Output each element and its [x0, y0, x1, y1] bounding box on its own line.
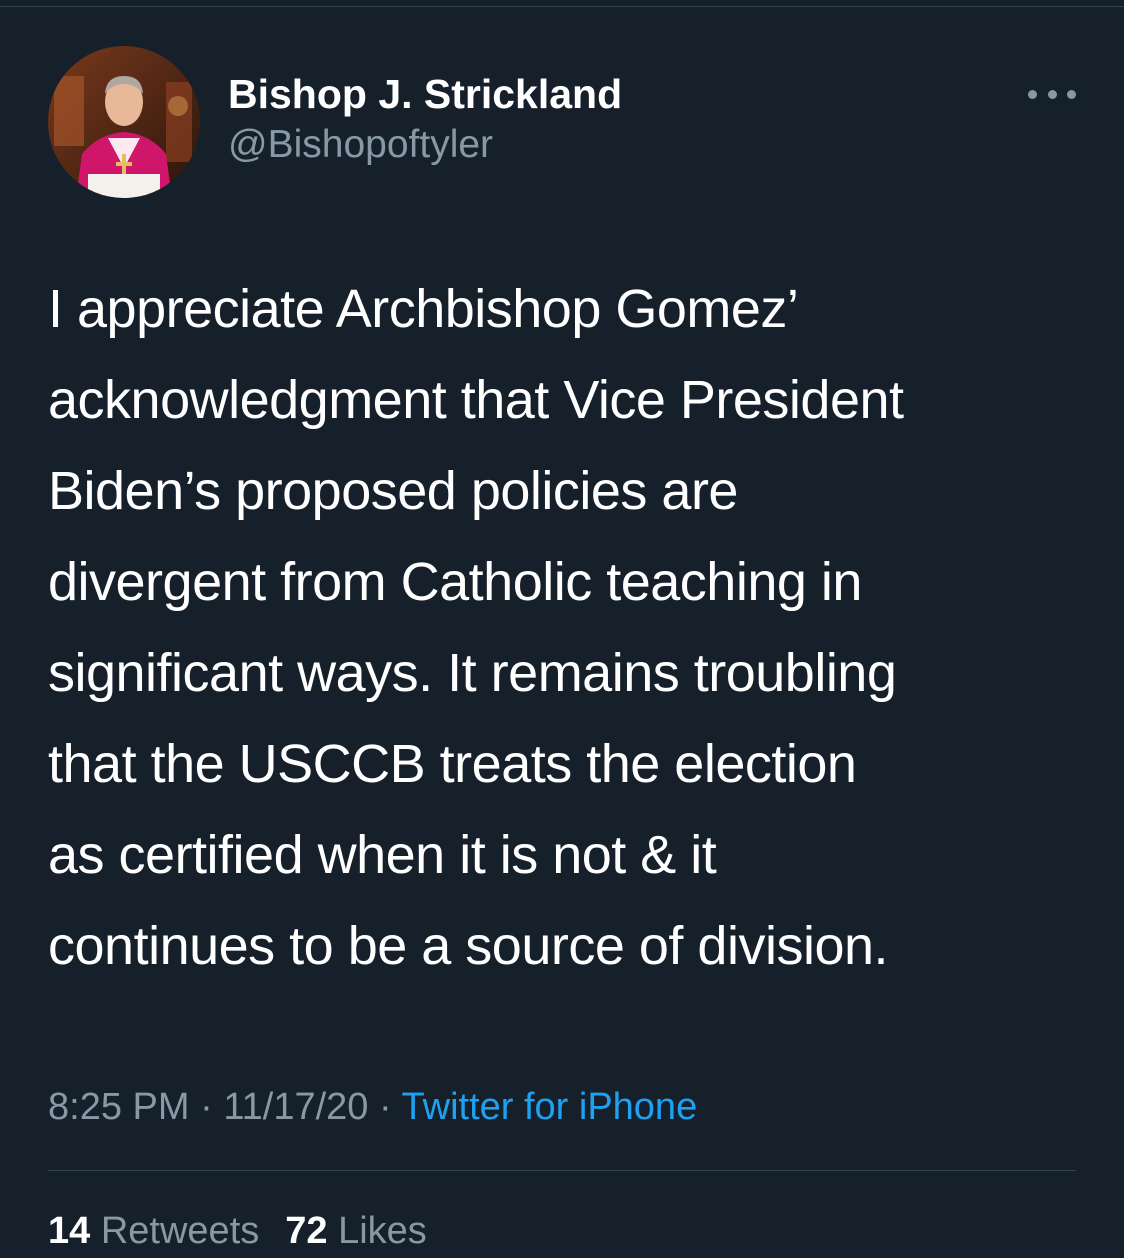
tweet-source-link[interactable]: Twitter for iPhone [402, 1086, 698, 1128]
retweets-label: Retweets [100, 1210, 260, 1252]
avatar-photo [48, 46, 200, 198]
tweet-date[interactable]: 11/17/20 [223, 1086, 368, 1128]
meta-separator: · [378, 1086, 392, 1128]
retweets-stat[interactable]: 14 Retweets [48, 1210, 259, 1252]
avatar[interactable] [48, 46, 200, 198]
tweet-text-line: Biden’s proposed policies are [48, 461, 738, 521]
stats-divider [48, 1170, 1076, 1171]
more-dot [1028, 89, 1037, 99]
likes-count: 72 [285, 1210, 328, 1252]
tweet-text-line: as certified when it is not & it [48, 825, 717, 885]
meta-separator: · [200, 1086, 213, 1128]
author-block[interactable]: Bishop J. Strickland @Bishopoftyler [228, 68, 622, 170]
tweet-text-line: significant ways. It remains troubling [48, 643, 897, 703]
tweet-stats: 14 Retweets 72 Likes [48, 1204, 427, 1258]
more-options-icon[interactable] [1028, 82, 1076, 106]
tweet-text-line: I appreciate Archbishop Gomez’ [48, 279, 799, 339]
author-handle[interactable]: @Bishopoftyler [228, 120, 622, 170]
tweet-text-line: divergent from Catholic teaching in [48, 552, 862, 612]
more-dot [1067, 89, 1076, 99]
author-display-name[interactable]: Bishop J. Strickland [228, 68, 622, 120]
tweet-detail: Bishop J. Strickland @Bishopoftyler I ap… [0, 0, 1124, 1256]
likes-label: Likes [338, 1210, 427, 1252]
more-dot [1047, 89, 1057, 99]
tweet-text-line: continues to be a source of division. [48, 916, 889, 976]
retweets-count: 14 [48, 1210, 91, 1252]
tweet-metadata: 8:25 PM · 11/17/20 · Twitter for iPhone [48, 1079, 697, 1135]
likes-stat[interactable]: 72 Likes [285, 1210, 427, 1252]
tweet-time[interactable]: 8:25 PM [48, 1086, 190, 1128]
tweet-text: I appreciate Archbishop Gomez’ acknowled… [48, 264, 1098, 992]
tweet-text-line: that the USCCB treats the election [48, 734, 857, 794]
tweet-text-line: acknowledgment that Vice President [48, 370, 904, 430]
